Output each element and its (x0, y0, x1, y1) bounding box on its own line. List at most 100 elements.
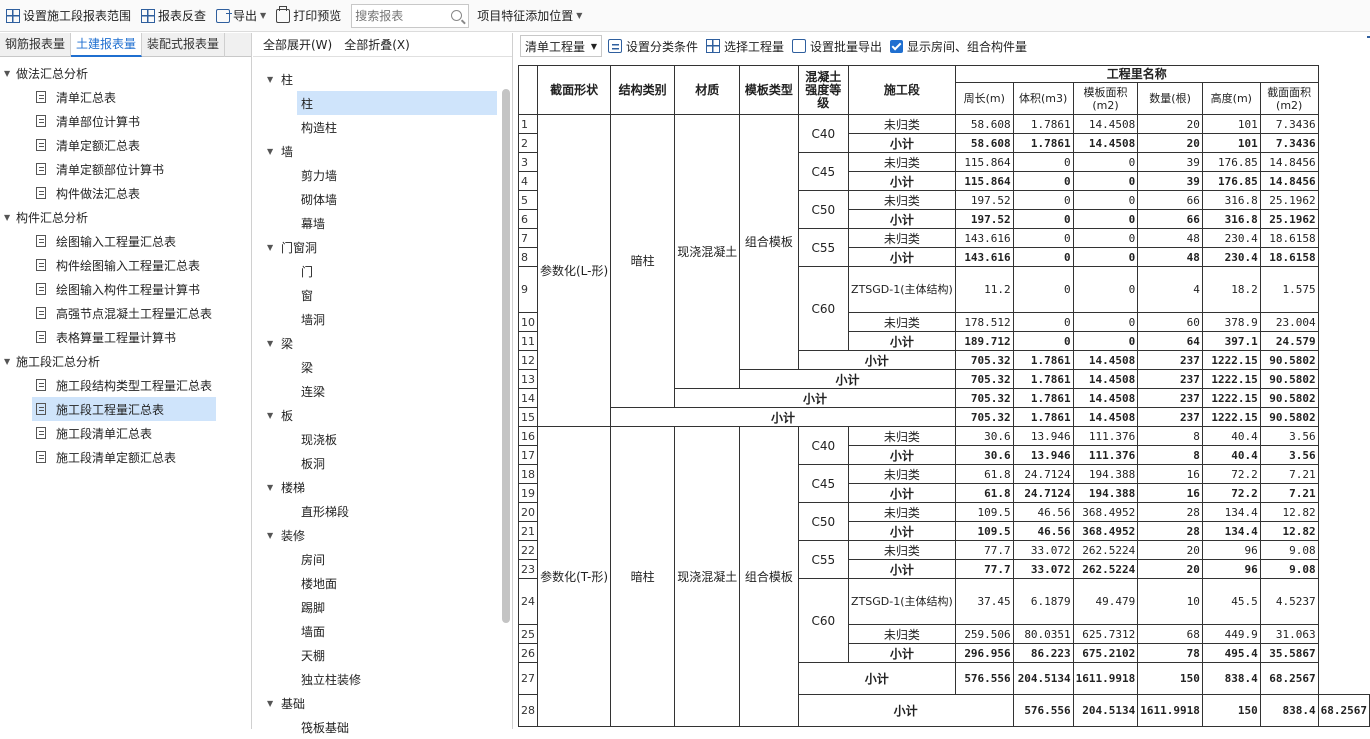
subtotal-label: 小计 (848, 445, 956, 465)
search-icon[interactable] (451, 10, 463, 21)
value-cell: 18.2 (1201, 266, 1261, 313)
value-cell: 316.8 (1201, 209, 1261, 229)
tree-item[interactable]: 绘图输入工程量汇总表 (0, 229, 216, 253)
value-cell: 230.4 (1201, 228, 1261, 248)
search-input[interactable] (352, 8, 452, 23)
set-class-button[interactable]: 设置分类条件 (608, 38, 698, 55)
report-reverse-button[interactable]: 报表反查 (137, 2, 210, 30)
value-cell: 96 (1201, 559, 1261, 579)
tree-item[interactable]: 构件绘图输入工程量汇总表 (0, 253, 216, 277)
tree-item-selected[interactable]: 柱 (297, 91, 497, 115)
tree-item[interactable]: 施工段清单定额汇总表 (0, 445, 216, 469)
tree-item[interactable]: 墙面 (253, 619, 512, 643)
tree-group[interactable]: ▼ 装修 (253, 523, 512, 547)
value-cell: 0 (1012, 266, 1074, 313)
tree-item[interactable]: 筏板基础 (253, 715, 512, 739)
component-tree-panel: 全部展开(W) 全部折叠(X) ▼ 柱 柱 构造柱 ▼ 墙 剪力墙 砌体墙 幕墙 ▼… (253, 33, 513, 735)
show-room-toggle[interactable]: 显示房间、组合构件量 (890, 38, 1027, 55)
document-icon (36, 259, 46, 271)
subtotal-label: 小计 (797, 350, 956, 370)
tree-item[interactable]: 构件做法汇总表 (0, 181, 216, 205)
tab-prefab[interactable]: 装配式报表量 (142, 33, 226, 57)
tree-item[interactable]: 表格算量工程量计算书 (0, 325, 216, 349)
tree-item[interactable]: 楼地面 (253, 571, 512, 595)
tree-item[interactable]: 绘图输入构件工程量计算书 (0, 277, 216, 301)
tree-item[interactable]: 现浇板 (253, 427, 512, 451)
value-cell: 64 (1137, 331, 1203, 351)
value-cell: 33.072 (1012, 540, 1074, 560)
document-icon (36, 331, 46, 343)
value-cell: 12.82 (1259, 521, 1319, 541)
grade-cell: C55 (797, 228, 850, 267)
tree-group[interactable]: ▼ 梁 (253, 331, 512, 355)
value-cell: 1611.9918 (1072, 662, 1139, 695)
tree-item[interactable]: 独立柱装修 (253, 667, 512, 691)
quantity-type-select[interactable]: 清单工程量 ▼ (520, 35, 602, 57)
print-preview-button[interactable]: 打印预览 (272, 2, 345, 30)
checkbox-checked-icon[interactable] (890, 39, 904, 53)
tree-item[interactable]: 施工段清单汇总表 (0, 421, 216, 445)
row-number: 21 (518, 521, 538, 541)
tree-group[interactable]: ▼ 柱 (253, 67, 512, 91)
stage-cell: 未归类 (848, 502, 956, 522)
main-toolbar: 设置施工段报表范围 报表反查 导出 ▼ 打印预览 项目特征添加位置 ▼ (0, 0, 1370, 32)
tree-item[interactable]: 清单部位计算书 (0, 109, 216, 133)
tree-group[interactable]: ▼ 楼梯 (253, 475, 512, 499)
expand-all-button[interactable]: 全部展开(W) (263, 36, 332, 53)
value-cell: 58.608 (954, 114, 1014, 134)
value-cell: 1.7861 (1012, 407, 1074, 427)
value-cell: 35.5867 (1259, 643, 1319, 663)
tree-group[interactable]: ▼ 施工段汇总分析 (0, 349, 251, 373)
tree-item[interactable]: 直形梯段 (253, 499, 512, 523)
row-number: 5 (518, 190, 538, 210)
tree-item[interactable]: 构造柱 (253, 115, 512, 139)
tree-group[interactable]: ▼ 板 (253, 403, 512, 427)
tree-item[interactable]: 清单定额汇总表 (0, 133, 216, 157)
tree-item[interactable]: 窗 (253, 283, 512, 307)
tree-group[interactable]: ▼ 墙 (253, 139, 512, 163)
tree-item-selected[interactable]: 施工段工程量汇总表 (32, 397, 216, 421)
tree-item[interactable]: 幕墙 (253, 211, 512, 235)
tree-item[interactable]: 剪力墙 (253, 163, 512, 187)
tree-group[interactable]: ▼ 基础 (253, 691, 512, 715)
table-row: 15 小计 705.32 1.7861 14.4508 237 1222.15 90.5802 (518, 407, 1370, 427)
tree-item[interactable]: 踢脚 (253, 595, 512, 619)
tree-item[interactable]: 梁 (253, 355, 512, 379)
tree-group[interactable]: ▼ 做法汇总分析 (0, 61, 251, 85)
tree-item[interactable]: 高强节点混凝土工程量汇总表 (0, 301, 216, 325)
subtotal-label: 小计 (674, 388, 956, 408)
value-cell: 7.21 (1259, 464, 1319, 484)
grade-cell: C50 (797, 502, 850, 541)
row-number: 18 (518, 464, 538, 484)
add-feature-dropdown[interactable]: 项目特征添加位置 ▼ (473, 2, 586, 30)
tree-group[interactable]: ▼ 构件汇总分析 (0, 205, 251, 229)
value-cell: 189.712 (954, 331, 1014, 351)
export-button[interactable]: 导出 ▼ (212, 2, 270, 30)
tab-civil[interactable]: 土建报表量 (71, 33, 143, 57)
batch-export-button[interactable]: 设置批量导出 (792, 38, 882, 55)
tree-item[interactable]: 施工段结构类型工程量汇总表 (0, 373, 216, 397)
select-qty-button[interactable]: 选择工程量 (706, 38, 784, 55)
tree-item[interactable]: 连梁 (253, 379, 512, 403)
tree-item[interactable]: 房间 (253, 547, 512, 571)
tab-rebar[interactable]: 钢筋报表量 (0, 33, 72, 57)
value-cell: 0 (1072, 171, 1139, 191)
tree-item[interactable]: 天棚 (253, 643, 512, 667)
row-number: 27 (518, 662, 538, 695)
tree-item[interactable]: 板洞 (253, 451, 512, 475)
tree-item[interactable]: 清单汇总表 (0, 85, 216, 109)
grade-cell: C50 (797, 190, 850, 229)
tree-item[interactable]: 清单定额部位计算书 (0, 157, 216, 181)
value-cell: 0 (1012, 190, 1074, 210)
vertical-scrollbar[interactable] (502, 89, 510, 623)
value-cell: 60 (1137, 312, 1203, 332)
value-cell: 77.7 (954, 559, 1014, 579)
tree-group[interactable]: ▼ 门窗洞 (253, 235, 512, 259)
set-range-button[interactable]: 设置施工段报表范围 (2, 2, 135, 30)
table-header-row: 截面形状 结构类别 材质 模板类型 混凝土强度等级 施工段 工程里名称 (518, 65, 1370, 115)
collapse-all-button[interactable]: 全部折叠(X) (344, 36, 410, 53)
tree-item[interactable]: 砌体墙 (253, 187, 512, 211)
tree-item[interactable]: 门 (253, 259, 512, 283)
value-cell: 16 (1137, 483, 1203, 503)
tree-item[interactable]: 墙洞 (253, 307, 512, 331)
